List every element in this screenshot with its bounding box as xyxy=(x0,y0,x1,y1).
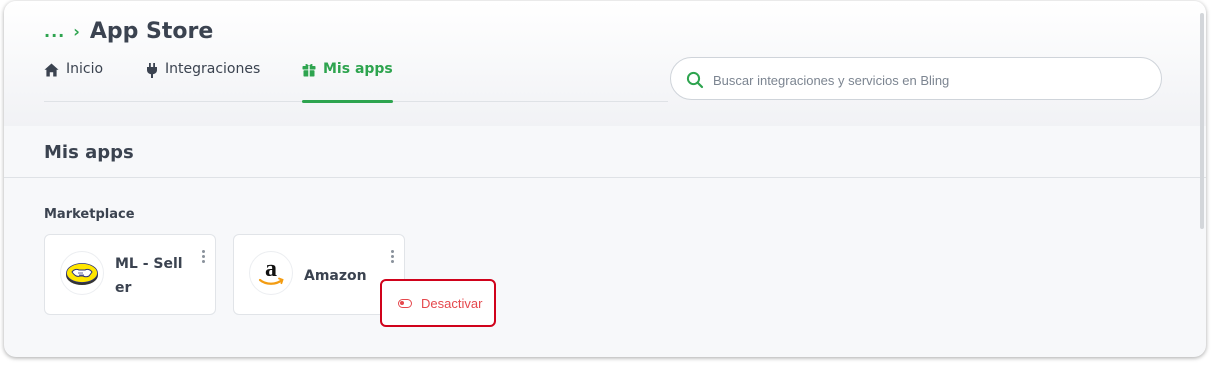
tab-mis-apps[interactable]: Mis apps xyxy=(302,61,393,103)
page-header: ... › App Store Inicio Integraciones Mis… xyxy=(4,1,1206,126)
more-vertical-icon[interactable] xyxy=(388,250,396,266)
toggle-off-icon xyxy=(398,298,412,308)
breadcrumb-ellipsis-link[interactable]: ... xyxy=(44,22,65,41)
group-label-marketplace: Marketplace xyxy=(44,207,135,222)
app-card-ml-seller-name: ML - Sell er xyxy=(115,256,183,296)
deactivate-menu-item[interactable]: Desactivar xyxy=(380,279,496,327)
search-icon xyxy=(686,71,704,89)
section-title: Mis apps xyxy=(44,142,134,163)
tab-inicio[interactable]: Inicio xyxy=(44,61,103,101)
search-input[interactable] xyxy=(711,68,1145,92)
tab-bar: Inicio Integraciones Mis apps xyxy=(44,61,668,103)
home-icon xyxy=(44,63,59,77)
breadcrumb: ... › App Store xyxy=(44,19,213,44)
tab-inicio-label: Inicio xyxy=(66,61,104,77)
app-card-amazon-name: Amazon xyxy=(304,268,367,284)
app-card-ml-seller[interactable]: ML - Sell er xyxy=(44,234,216,315)
search-box xyxy=(670,57,1162,100)
svg-text:a: a xyxy=(265,256,277,282)
page-title: App Store xyxy=(89,19,214,44)
section-header: Mis apps xyxy=(4,126,1206,178)
deactivate-label: Desactivar xyxy=(421,295,483,311)
scrollbar[interactable] xyxy=(1200,13,1204,229)
tab-integraciones[interactable]: Integraciones xyxy=(146,61,260,101)
amazon-logo: a xyxy=(249,251,293,295)
breadcrumb-separator: › xyxy=(73,22,80,41)
more-vertical-icon[interactable] xyxy=(199,250,207,266)
tab-integraciones-label: Integraciones xyxy=(165,61,261,77)
gift-icon xyxy=(302,63,316,77)
plug-icon xyxy=(147,63,157,78)
tab-mis-apps-label: Mis apps xyxy=(323,61,393,77)
app-window: ... › App Store Inicio Integraciones Mis… xyxy=(4,1,1206,357)
mercadolibre-logo xyxy=(60,251,104,295)
